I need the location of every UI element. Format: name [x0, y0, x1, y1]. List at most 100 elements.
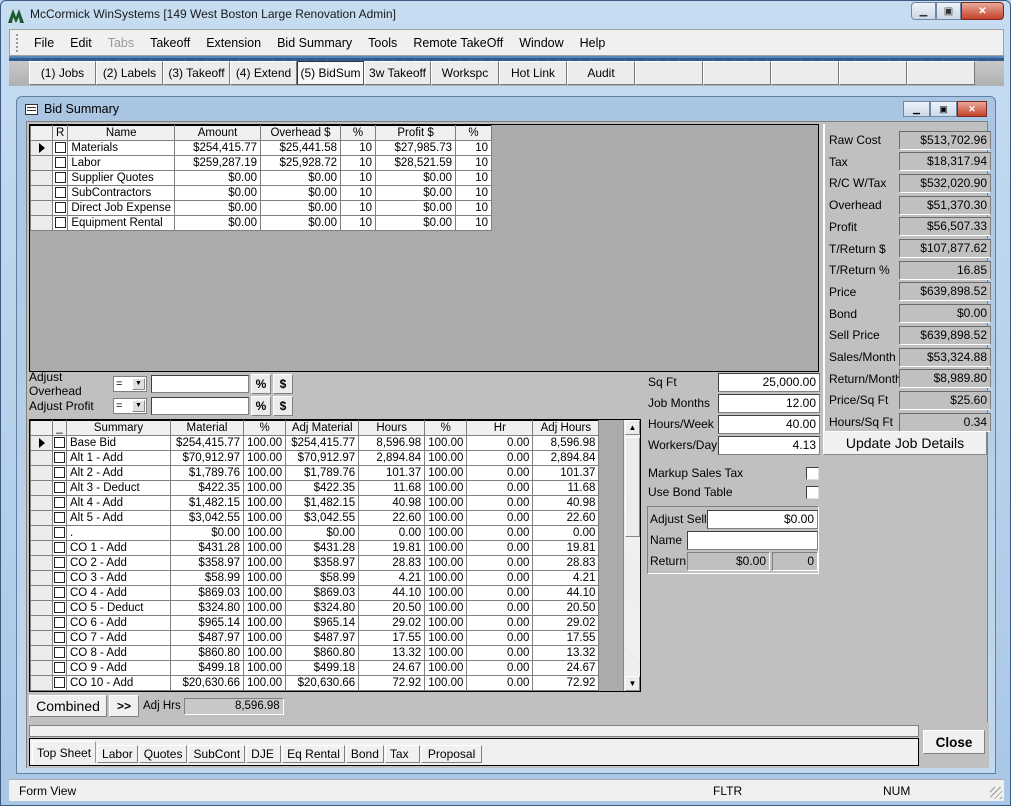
cell-adj-hours[interactable]: 22.60 [532, 510, 600, 526]
cell-material[interactable]: $1,482.15 [170, 495, 244, 511]
toolbar-empty-4[interactable] [839, 61, 907, 85]
toolbar-empty-3[interactable] [771, 61, 839, 85]
row-checkbox[interactable] [52, 645, 67, 661]
cell-overhead-pct[interactable]: 10 [340, 215, 377, 231]
cell-adj-material[interactable]: $431.28 [285, 540, 360, 556]
markup-sales-tax-checkbox[interactable] [806, 466, 819, 480]
header-overhead[interactable]: Overhead $ [260, 125, 342, 141]
row-selector[interactable] [30, 140, 53, 156]
row-checkbox[interactable] [52, 570, 67, 586]
cell-material[interactable]: $324.80 [170, 600, 244, 616]
cell-summary[interactable]: . [66, 525, 171, 541]
cell-material-pct[interactable]: 100.00 [242, 525, 287, 541]
alternate-row[interactable]: CO 10 - Add $20,630.66 100.00 $20,630.66 72.… [30, 675, 600, 691]
cell-profit-pct[interactable]: 10 [455, 155, 493, 171]
cell-material-pct[interactable]: 100.00 [242, 540, 287, 556]
row-checkbox[interactable] [52, 435, 67, 451]
cell-adj-hours[interactable]: 17.55 [532, 630, 600, 646]
cell-overhead[interactable]: $25,928.72 [260, 155, 342, 171]
cell-hr[interactable]: 0.00 [466, 450, 534, 466]
cell-material-pct[interactable]: 100.00 [242, 675, 287, 691]
adjust-overhead-operator[interactable]: = ▼ [113, 376, 147, 392]
row-checkbox[interactable] [51, 200, 69, 216]
alternate-row[interactable]: Alt 3 - Deduct $422.35 100.00 $422.35 11.68 1… [30, 480, 600, 496]
cell-summary[interactable]: CO 3 - Add [66, 570, 171, 586]
alternate-row[interactable]: CO 4 - Add $869.03 100.00 $869.03 44.10 100.0… [30, 585, 600, 601]
alternate-row[interactable]: Alt 2 - Add $1,789.76 100.00 $1,789.76 101.3… [30, 465, 600, 481]
alternate-row[interactable]: Alt 4 - Add $1,482.15 100.00 $1,482.15 40.98… [30, 495, 600, 511]
menu-bid-summary[interactable]: Bid Summary [269, 36, 360, 50]
cell-material[interactable]: $3,042.55 [170, 510, 244, 526]
adjust-profit-input[interactable] [151, 397, 249, 415]
toolbar-empty-1[interactable] [635, 61, 703, 85]
cell-hours-pct[interactable]: 100.00 [424, 510, 468, 526]
row-selector[interactable] [30, 495, 53, 511]
cell-hours[interactable]: 19.81 [358, 540, 426, 556]
toolbar-empty-2[interactable] [703, 61, 771, 85]
menu-tabs[interactable]: Tabs [100, 36, 142, 50]
cell-adj-material[interactable]: $965.14 [285, 615, 360, 631]
row-selector[interactable] [30, 570, 53, 586]
row-checkbox[interactable] [52, 660, 67, 676]
hours-week-input[interactable]: 40.00 [718, 414, 820, 434]
cell-hours[interactable]: 11.68 [358, 480, 426, 496]
header-material[interactable]: Material [170, 420, 244, 436]
row-selector[interactable] [30, 555, 53, 571]
menu-help[interactable]: Help [572, 36, 614, 50]
tab-quotes[interactable]: Quotes [138, 745, 188, 763]
child-close-button[interactable]: ✕ [957, 101, 987, 117]
cell-adj-material[interactable]: $358.97 [285, 555, 360, 571]
cost-row[interactable]: Direct Job Expense $0.00 $0.00 10 $0.00 10 [30, 200, 493, 216]
row-selector[interactable] [30, 645, 53, 661]
expand-button[interactable]: >> [109, 695, 139, 717]
row-selector[interactable] [30, 630, 53, 646]
cell-hr[interactable]: 0.00 [466, 510, 534, 526]
cell-hr[interactable]: 0.00 [466, 540, 534, 556]
tab-tax[interactable]: Tax [384, 745, 420, 763]
cell-overhead[interactable]: $0.00 [260, 200, 342, 216]
cell-summary[interactable]: CO 8 - Add [66, 645, 171, 661]
update-job-details-button[interactable]: Update Job Details [823, 431, 987, 455]
cell-hours-pct[interactable]: 100.00 [424, 675, 468, 691]
row-checkbox[interactable] [51, 140, 69, 156]
cell-material-pct[interactable]: 100.00 [242, 660, 287, 676]
cell-overhead-pct[interactable]: 10 [340, 170, 377, 186]
adjust-overhead-dollar-button[interactable]: $ [273, 374, 293, 394]
alternate-row[interactable]: CO 9 - Add $499.18 100.00 $499.18 24.67 100.0… [30, 660, 600, 676]
cell-material[interactable]: $869.03 [170, 585, 244, 601]
header-adj-hours[interactable]: Adj Hours [532, 420, 600, 436]
child-maximize-button[interactable]: ▣ [930, 101, 957, 117]
header-overhead-pct[interactable]: % [340, 125, 377, 141]
cell-profit[interactable]: $27,985.73 [375, 140, 457, 156]
minimize-button[interactable]: ▁ [911, 2, 936, 20]
toolbar-hot-link[interactable]: Hot Link [499, 61, 567, 85]
cell-hours[interactable]: 4.21 [358, 570, 426, 586]
cell-adj-hours[interactable]: 13.32 [532, 645, 600, 661]
cell-material-pct[interactable]: 100.00 [242, 630, 287, 646]
row-checkbox[interactable] [52, 495, 67, 511]
cell-adj-material[interactable]: $1,789.76 [285, 465, 360, 481]
scroll-up-button[interactable]: ▲ [625, 420, 640, 435]
header-material-pct[interactable]: % [242, 420, 287, 436]
row-selector[interactable] [30, 435, 53, 451]
cell-hr[interactable]: 0.00 [466, 675, 534, 691]
row-checkbox[interactable] [52, 675, 67, 691]
cell-hours-pct[interactable]: 100.00 [424, 615, 468, 631]
cost-row[interactable]: Equipment Rental $0.00 $0.00 10 $0.00 10 [30, 215, 493, 231]
cell-material-pct[interactable]: 100.00 [242, 465, 287, 481]
cell-summary[interactable]: CO 10 - Add [66, 675, 171, 691]
alternate-row[interactable]: CO 2 - Add $358.97 100.00 $358.97 28.83 100.0… [30, 555, 600, 571]
row-selector[interactable] [30, 510, 53, 526]
alternate-row[interactable]: CO 1 - Add $431.28 100.00 $431.28 19.81 100.0… [30, 540, 600, 556]
cell-overhead-pct[interactable]: 10 [340, 185, 377, 201]
cell-hours-pct[interactable]: 100.00 [424, 645, 468, 661]
cell-hours-pct[interactable]: 100.00 [424, 495, 468, 511]
cell-hr[interactable]: 0.00 [466, 480, 534, 496]
sq-ft-input[interactable]: 25,000.00 [718, 372, 820, 392]
cost-row[interactable]: Labor $259,287.19 $25,928.72 10 $28,521.59 10 [30, 155, 493, 171]
cell-adj-hours[interactable]: 0.00 [532, 525, 600, 541]
row-checkbox[interactable] [51, 170, 69, 186]
cell-hours-pct[interactable]: 100.00 [424, 450, 468, 466]
cell-adj-material[interactable]: $70,912.97 [285, 450, 360, 466]
cell-adj-material[interactable]: $487.97 [285, 630, 360, 646]
